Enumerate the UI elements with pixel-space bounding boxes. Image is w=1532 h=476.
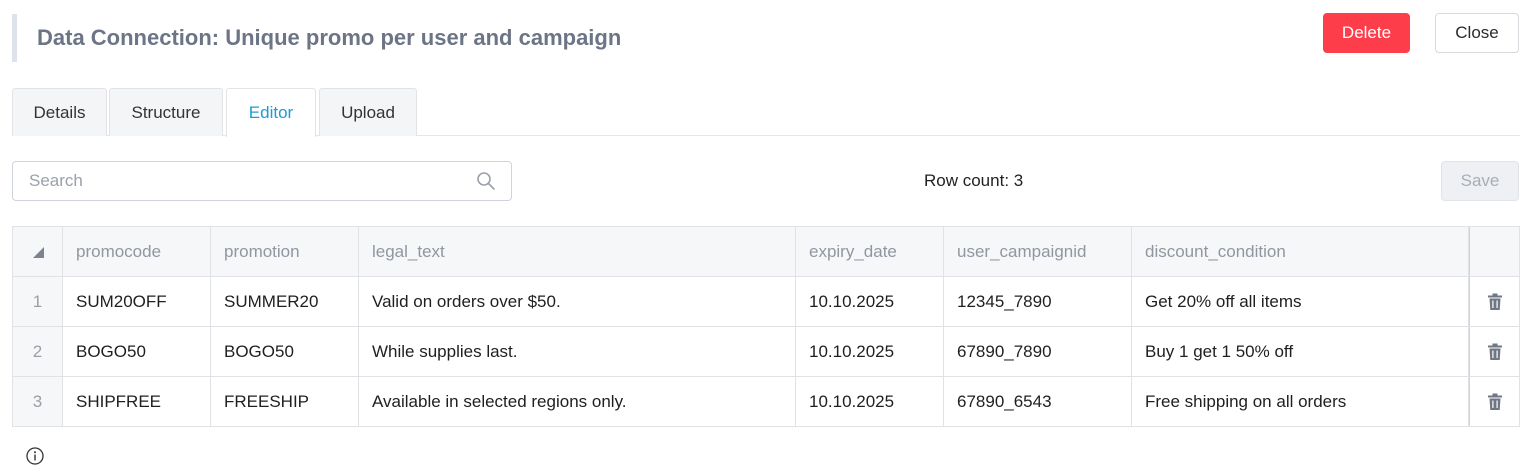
grid-header-row: promocode promotion legal_text expiry_da… [13, 227, 1519, 277]
select-all-corner[interactable] [13, 227, 63, 276]
cell-expiry-date[interactable]: 10.10.2025 [796, 327, 944, 376]
delete-row-button[interactable] [1469, 327, 1519, 376]
cell-legal-text[interactable]: Available in selected regions only. [359, 377, 796, 426]
data-grid: promocode promotion legal_text expiry_da… [12, 226, 1520, 427]
row-number: 3 [13, 377, 63, 426]
header: Data Connection: Unique promo per user a… [12, 13, 1520, 64]
cell-user-campaignid[interactable]: 67890_7890 [944, 327, 1132, 376]
cell-discount-condition[interactable]: Buy 1 get 1 50% off [1132, 327, 1469, 376]
trash-icon [1487, 393, 1502, 410]
column-header-promotion[interactable]: promotion [211, 227, 359, 276]
cell-promocode[interactable]: BOGO50 [63, 327, 211, 376]
column-header-user-campaignid[interactable]: user_campaignid [944, 227, 1132, 276]
tab-editor[interactable]: Editor [226, 88, 316, 137]
cell-promotion[interactable]: BOGO50 [211, 327, 359, 376]
table-row: 1 SUM20OFF SUMMER20 Valid on orders over… [13, 277, 1519, 327]
sort-corner-icon [32, 246, 44, 258]
search-input[interactable] [27, 170, 475, 192]
cell-discount-condition[interactable]: Get 20% off all items [1132, 277, 1469, 326]
search-icon[interactable] [475, 170, 497, 192]
row-count: Row count: 3 [924, 171, 1024, 190]
row-number: 2 [13, 327, 63, 376]
tab-details[interactable]: Details [12, 88, 107, 136]
table-row: 3 SHIPFREE FREESHIP Available in selecte… [13, 377, 1519, 427]
cell-user-campaignid[interactable]: 67890_6543 [944, 377, 1132, 426]
info-icon[interactable] [26, 447, 44, 465]
delete-button[interactable]: Delete [1323, 13, 1410, 53]
table-row: 2 BOGO50 BOGO50 While supplies last. 10.… [13, 327, 1519, 377]
column-header-actions [1469, 227, 1519, 276]
column-header-expiry-date[interactable]: expiry_date [796, 227, 944, 276]
trash-icon [1487, 293, 1502, 310]
cell-expiry-date[interactable]: 10.10.2025 [796, 377, 944, 426]
tab-structure[interactable]: Structure [109, 88, 223, 136]
cell-promocode[interactable]: SHIPFREE [63, 377, 211, 426]
cell-legal-text[interactable]: While supplies last. [359, 327, 796, 376]
column-header-promocode[interactable]: promocode [63, 227, 211, 276]
row-number: 1 [13, 277, 63, 326]
trash-icon [1487, 343, 1502, 360]
delete-row-button[interactable] [1469, 277, 1519, 326]
search-box [12, 161, 512, 201]
cell-promotion[interactable]: SUMMER20 [211, 277, 359, 326]
tab-upload[interactable]: Upload [319, 88, 417, 136]
column-header-legal-text[interactable]: legal_text [359, 227, 796, 276]
column-header-discount-condition[interactable]: discount_condition [1132, 227, 1469, 276]
cell-promocode[interactable]: SUM20OFF [63, 277, 211, 326]
save-button[interactable]: Save [1441, 161, 1519, 201]
cell-expiry-date[interactable]: 10.10.2025 [796, 277, 944, 326]
cell-promotion[interactable]: FREESHIP [211, 377, 359, 426]
tab-bar: Details Structure Editor Upload [12, 88, 1520, 137]
delete-row-button[interactable] [1469, 377, 1519, 426]
cell-discount-condition[interactable]: Free shipping on all orders [1132, 377, 1469, 426]
cell-user-campaignid[interactable]: 12345_7890 [944, 277, 1132, 326]
cell-legal-text[interactable]: Valid on orders over $50. [359, 277, 796, 326]
page-title: Data Connection: Unique promo per user a… [12, 14, 912, 62]
close-button[interactable]: Close [1435, 13, 1519, 53]
